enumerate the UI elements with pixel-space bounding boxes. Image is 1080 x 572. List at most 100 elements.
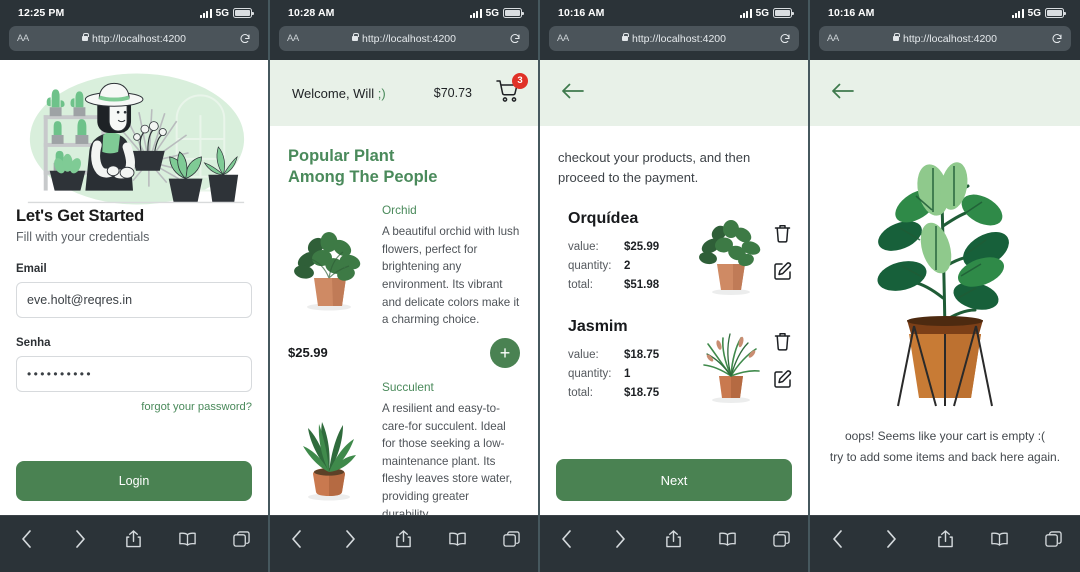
url-bar-container: AA http://localhost:4200 — [810, 26, 1080, 60]
bookmarks-icon[interactable] — [173, 526, 203, 552]
status-indicators: 5G — [470, 8, 524, 19]
orchid-plant-image — [288, 203, 370, 329]
phone-screen-catalog: 10:28 AM 5G AA http://localhost:4200 Wel… — [270, 0, 540, 572]
text-size-button[interactable]: AA — [557, 33, 569, 44]
url-display: http://localhost:4200 — [549, 33, 799, 45]
edit-icon[interactable] — [774, 370, 792, 393]
back-icon[interactable] — [552, 526, 582, 552]
cart-item-total-row: total: $51.98 — [568, 276, 688, 295]
battery-icon — [773, 8, 794, 18]
text-size-button[interactable]: AA — [17, 33, 29, 44]
welcome-emoji: ;) — [377, 85, 386, 101]
phone-screen-empty-cart: 10:16 AM 5G AA http://localhost:4200 oop… — [810, 0, 1080, 572]
empty-cart-header — [810, 60, 1080, 126]
total-label: total: — [568, 278, 593, 291]
lock-icon — [352, 33, 359, 41]
email-label: Email — [16, 263, 47, 275]
signal-icon — [200, 8, 212, 18]
product-card[interactable]: Succulent A resilient and easy-to-care-f… — [270, 368, 538, 515]
back-icon[interactable] — [12, 526, 42, 552]
text-size-button[interactable]: AA — [827, 33, 839, 44]
potted-plant-on-stand-illustration — [810, 126, 1080, 408]
share-icon[interactable] — [930, 526, 960, 552]
url-bar-container: AA http://localhost:4200 — [540, 26, 808, 60]
back-arrow-icon[interactable] — [832, 82, 854, 105]
login-form: Let's Get Started Fill with your credent… — [0, 207, 268, 413]
safari-nav-bar — [270, 515, 538, 572]
product-description: A resilient and easy-to-care-for succule… — [382, 401, 513, 515]
signal-icon — [1012, 8, 1024, 18]
back-arrow-icon[interactable] — [562, 82, 584, 105]
tabs-icon[interactable] — [1038, 526, 1068, 552]
forward-icon[interactable] — [605, 526, 635, 552]
password-value: •••••••••• — [27, 367, 94, 381]
battery-icon — [503, 8, 524, 18]
tabs-icon[interactable] — [766, 526, 796, 552]
next-button[interactable]: Next — [556, 459, 792, 501]
back-icon[interactable] — [282, 526, 312, 552]
cart-item-actions — [774, 318, 792, 393]
status-time: 12:25 PM — [18, 7, 65, 19]
value-amount: $18.75 — [624, 349, 660, 362]
catalog-header: Welcome, Will ;) $70.73 3 — [270, 60, 538, 126]
cart-badge: 3 — [512, 72, 528, 89]
url-bar[interactable]: AA http://localhost:4200 — [9, 26, 259, 51]
forgot-password-link[interactable]: forgot your password? — [16, 401, 252, 413]
jasmine-plant-image — [694, 318, 768, 404]
bookmarks-icon[interactable] — [984, 526, 1014, 552]
forward-icon[interactable] — [335, 526, 365, 552]
product-footer: $25.99 + — [270, 329, 538, 368]
safari-nav-bar — [540, 515, 808, 572]
share-icon[interactable] — [389, 526, 419, 552]
reload-icon[interactable] — [1051, 33, 1063, 45]
edit-icon[interactable] — [774, 262, 792, 285]
safari-nav-bar — [810, 515, 1080, 572]
cart-total-amount: $70.73 — [433, 86, 472, 100]
login-button[interactable]: Login — [16, 461, 252, 501]
phone-screen-login: 12:25 PM 5G AA http://localhost:4200 Let… — [0, 0, 270, 572]
status-bar: 12:25 PM 5G — [0, 0, 268, 26]
share-icon[interactable] — [119, 526, 149, 552]
forward-icon[interactable] — [876, 526, 906, 552]
bookmarks-icon[interactable] — [713, 526, 743, 552]
url-bar[interactable]: AA http://localhost:4200 — [279, 26, 529, 51]
catalog-title-line2: Among The People — [288, 167, 438, 186]
quantity-label: quantity: — [568, 367, 612, 380]
phone-screen-cart: 10:16 AM 5G AA http://localhost:4200 che… — [540, 0, 810, 572]
cart-button[interactable]: 3 — [496, 72, 528, 107]
cart-item-quantity-row: quantity: 1 — [568, 365, 688, 384]
value-label: value: — [568, 349, 599, 362]
url-bar[interactable]: AA http://localhost:4200 — [819, 26, 1071, 51]
reload-icon[interactable] — [239, 33, 251, 45]
delete-icon[interactable] — [774, 224, 792, 248]
password-field[interactable]: •••••••••• — [16, 356, 252, 392]
tabs-icon[interactable] — [226, 526, 256, 552]
bookmarks-icon[interactable] — [443, 526, 473, 552]
text-size-button[interactable]: AA — [287, 33, 299, 44]
url-display: http://localhost:4200 — [279, 33, 529, 45]
reload-icon[interactable] — [509, 33, 521, 45]
url-display: http://localhost:4200 — [9, 33, 259, 45]
product-card[interactable]: Orchid A beautiful orchid with lush flow… — [270, 191, 538, 329]
cart-item-value-row: value: $18.75 — [568, 346, 688, 365]
welcome-text: Welcome, Will — [292, 85, 378, 101]
add-to-cart-button[interactable]: + — [490, 337, 520, 368]
product-description: A beautiful orchid with lush flowers, pe… — [382, 225, 520, 327]
value-amount: $25.99 — [624, 241, 660, 254]
delete-icon[interactable] — [774, 332, 792, 356]
url-bar[interactable]: AA http://localhost:4200 — [549, 26, 799, 51]
product-info: Orchid A beautiful orchid with lush flow… — [382, 203, 520, 329]
url-bar-container: AA http://localhost:4200 — [270, 26, 538, 60]
email-field[interactable]: eve.holt@reqres.in — [16, 282, 252, 318]
share-icon[interactable] — [659, 526, 689, 552]
signal-icon — [470, 8, 482, 18]
back-icon[interactable] — [822, 526, 852, 552]
empty-cart-message: oops! Seems like your cart is empty :( t… — [810, 408, 1080, 468]
empty-cart-message-line2: try to add some items and back here agai… — [829, 450, 1061, 464]
url-text: http://localhost:4200 — [362, 32, 456, 45]
url-text: http://localhost:4200 — [903, 32, 997, 45]
forward-icon[interactable] — [65, 526, 95, 552]
cart-item-total-row: total: $18.75 — [568, 384, 688, 403]
reload-icon[interactable] — [779, 33, 791, 45]
tabs-icon[interactable] — [496, 526, 526, 552]
